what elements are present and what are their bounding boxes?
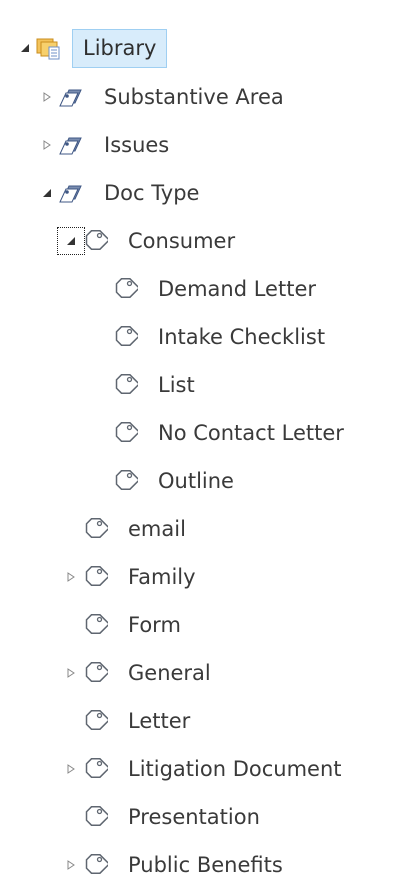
tree-node-outline[interactable]: Outline (110, 463, 234, 499)
tag-icon (110, 418, 140, 448)
tree-node-label[interactable]: Substantive Area (104, 86, 284, 108)
tag-icon (80, 610, 110, 640)
collapsed-triangle-icon[interactable] (40, 90, 54, 104)
tree-node-substantive-area[interactable]: Substantive Area (40, 79, 284, 115)
tag-icon (110, 274, 140, 304)
tree-node-email[interactable]: email (80, 511, 186, 547)
tree-node-label[interactable]: Outline (158, 470, 234, 492)
collapsed-triangle-icon[interactable] (64, 858, 78, 872)
tree-node-library[interactable]: Library (18, 28, 168, 68)
tag-icon (80, 802, 110, 832)
tree-node-issues[interactable]: Issues (40, 127, 169, 163)
tree-node-form[interactable]: Form (80, 607, 181, 643)
tag-icon (80, 754, 110, 784)
tag-icon (80, 658, 110, 688)
tree-node-label[interactable]: General (128, 662, 211, 684)
tree-node-intake-checklist[interactable]: Intake Checklist (110, 319, 325, 355)
tag-icon (80, 850, 110, 880)
tree-node-label[interactable]: Library (72, 28, 168, 68)
tree-node-family[interactable]: Family (64, 559, 196, 595)
tag-icon (80, 706, 110, 736)
tag-icon (80, 562, 110, 592)
tag-icon (80, 226, 110, 256)
term-set-icon (56, 130, 86, 160)
term-set-icon (56, 178, 86, 208)
tree-node-label[interactable]: Consumer (128, 230, 235, 252)
tree-node-letter[interactable]: Letter (80, 703, 190, 739)
tree-node-label[interactable]: Presentation (128, 806, 260, 828)
tree-node-label[interactable]: Family (128, 566, 196, 588)
tag-icon (110, 466, 140, 496)
expanded-triangle-icon[interactable] (18, 41, 32, 55)
tree-node-label[interactable]: Public Benefits (128, 854, 283, 876)
collapsed-triangle-icon[interactable] (64, 570, 78, 584)
tree-node-label[interactable]: Litigation Document (128, 758, 342, 780)
tree-node-label[interactable]: Form (128, 614, 181, 636)
tree-node-general[interactable]: General (64, 655, 211, 691)
tree-node-consumer[interactable]: Consumer (57, 223, 235, 259)
tree-node-label[interactable]: List (158, 374, 195, 396)
tree-node-public-benefits[interactable]: Public Benefits (64, 847, 283, 883)
tag-icon (110, 370, 140, 400)
tree-node-no-contact-letter[interactable]: No Contact Letter (110, 415, 344, 451)
expanded-triangle-icon[interactable] (40, 186, 54, 200)
tag-icon (110, 322, 140, 352)
tag-icon (80, 514, 110, 544)
tree-node-label[interactable]: Doc Type (104, 182, 199, 204)
tree-node-label[interactable]: Letter (128, 710, 190, 732)
tree-node-litigation-document[interactable]: Litigation Document (64, 751, 342, 787)
tree-node-presentation[interactable]: Presentation (80, 799, 260, 835)
tree-node-label[interactable]: Issues (104, 134, 169, 156)
tree-node-doc-type[interactable]: Doc Type (40, 175, 199, 211)
tree-node-label[interactable]: Demand Letter (158, 278, 316, 300)
library-icon (34, 33, 64, 63)
collapsed-triangle-icon[interactable] (40, 138, 54, 152)
tree-node-label[interactable]: Intake Checklist (158, 326, 325, 348)
tree-node-list[interactable]: List (110, 367, 195, 403)
term-set-icon (56, 82, 86, 112)
collapsed-triangle-icon[interactable] (64, 762, 78, 776)
taxonomy-tree: Library Substantive Area Issues Doc Type… (0, 0, 406, 890)
tree-node-label[interactable]: No Contact Letter (158, 422, 344, 444)
expanded-triangle-icon[interactable] (57, 227, 85, 255)
tree-node-demand-letter[interactable]: Demand Letter (110, 271, 316, 307)
collapsed-triangle-icon[interactable] (64, 666, 78, 680)
tree-node-label[interactable]: email (128, 518, 186, 540)
